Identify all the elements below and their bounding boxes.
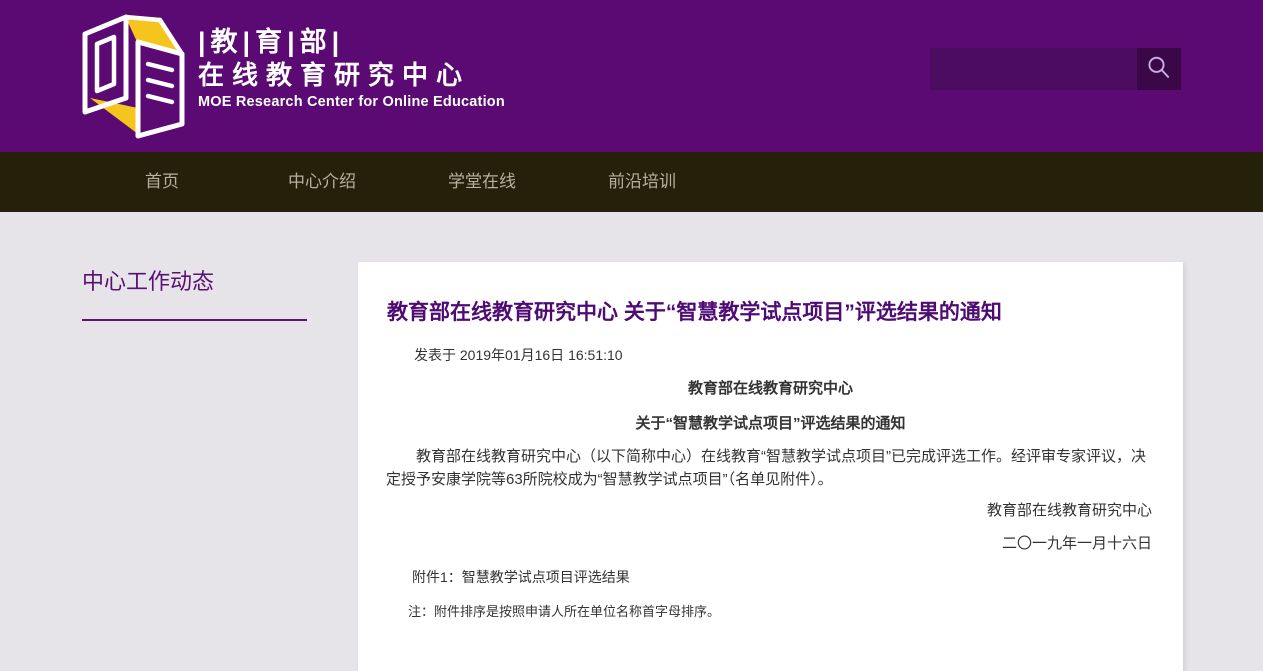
site-logo[interactable]: |教|育|部| 在线教育研究中心 MOE Research Center for…: [78, 12, 505, 140]
article-title: 教育部在线教育研究中心 关于“智慧教学试点项目”评选结果的通知: [387, 300, 1153, 325]
nav-item-center-intro[interactable]: 中心介绍: [242, 152, 402, 212]
sidebar: 中心工作动态: [82, 264, 307, 321]
site-header: |教|育|部| 在线教育研究中心 MOE Research Center for…: [0, 0, 1263, 152]
nav-item-home[interactable]: 首页: [82, 152, 242, 212]
page: |教|育|部| 在线教育研究中心 MOE Research Center for…: [0, 0, 1263, 671]
nav-item-frontier-training[interactable]: 前沿培训: [562, 152, 722, 212]
logo-line-english-name: MOE Research Center for Online Education: [198, 92, 505, 112]
doc-note: 注：附件排序是按照申请人所在单位名称首字母排序。: [408, 601, 1183, 620]
article-card: 教育部在线教育研究中心 关于“智慧教学试点项目”评选结果的通知 发表于 2019…: [358, 262, 1183, 671]
sidebar-title-underline: [82, 319, 307, 321]
attachment-link[interactable]: 附件1：智慧教学试点项目评选结果: [412, 567, 1183, 587]
doc-paragraph: 教育部在线教育研究中心（以下简称中心）在线教育“智慧教学试点项目”已完成评选工作…: [386, 445, 1153, 491]
nav-item-xuetangx[interactable]: 学堂在线: [402, 152, 562, 212]
doc-date-line: 二〇一九年一月十六日: [358, 532, 1152, 553]
logo-line-center-name: 在线教育研究中心: [198, 58, 505, 92]
logo-line-ministry: |教|育|部|: [198, 26, 505, 58]
search-button[interactable]: [1137, 48, 1181, 90]
sidebar-title-center-news[interactable]: 中心工作动态: [82, 264, 307, 296]
doc-signature: 教育部在线教育研究中心: [358, 499, 1152, 520]
main-nav: 首页 中心介绍 学堂在线 前沿培训: [0, 152, 1263, 212]
doc-heading-subject: 关于“智慧教学试点项目”评选结果的通知: [358, 412, 1183, 433]
logo-text: |教|育|部| 在线教育研究中心 MOE Research Center for…: [198, 12, 505, 140]
search-icon: [1144, 54, 1174, 84]
oe-cube-logo-icon: [78, 12, 188, 140]
article-publish-date: 发表于 2019年01月16日 16:51:10: [414, 345, 1183, 365]
search-input[interactable]: [930, 48, 1137, 90]
doc-heading-org: 教育部在线教育研究中心: [358, 377, 1183, 398]
search-box: [930, 48, 1181, 90]
